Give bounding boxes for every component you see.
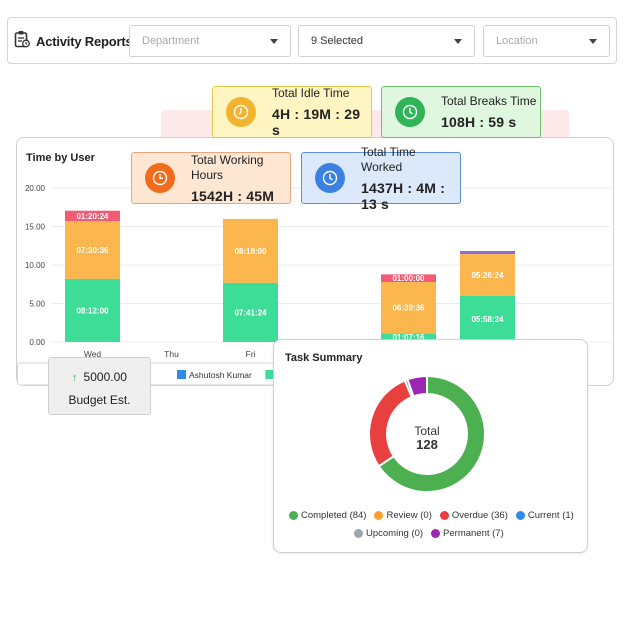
y-tick-label: 5.00 [29,300,45,309]
legend-label: Ashutosh Kumar [189,370,252,380]
legend-label: Overdue (36) [451,510,508,521]
legend-label: Current (1) [527,510,574,521]
time-worked-card: Total Time Worked 1437H : 4M : 13 s [301,145,461,212]
bar-data-label: 08:12:00 [76,306,109,315]
bar-data-label: 05:58:24 [471,315,504,324]
clock-icon [315,163,345,193]
legend-item-completed[interactable]: Completed (84) [289,510,366,521]
legend-item-review[interactable]: Review (0) [374,510,432,521]
working-hours-card: Total Working Hours 1542H : 45M [131,152,291,204]
legend-dot [289,511,298,520]
donut-total-label: Total [414,424,440,438]
bar-data-label: 07:30:36 [76,246,109,255]
legend-label: Review (0) [386,510,432,521]
y-tick-label: 0.00 [29,338,45,347]
task-summary-card: Task Summary Total 128 Completed (84) Re… [273,339,588,553]
clock-icon [395,97,425,127]
budget-value: 5000.00 [83,370,127,384]
chevron-down-icon [270,38,278,44]
location-select[interactable]: Location [483,25,610,57]
budget-value-row: ↑ 5000.00 [49,370,150,384]
report-title-group: Activity Reports [14,30,133,53]
legend-swatch [177,370,186,379]
idle-time-value: 4H : 19M : 29 s [272,106,361,138]
legend-label: Upcoming (0) [366,528,424,539]
chart-title: Time by User [26,152,95,164]
legend-label: Completed (84) [301,510,367,521]
breaks-time-card: Total Breaks Time 108H : 59 s [381,86,541,138]
donut-total-value: 128 [416,437,438,452]
y-tick-label: 20.00 [25,184,46,193]
y-tick-label: 15.00 [25,223,46,232]
legend-item-current[interactable]: Current (1) [515,510,574,521]
legend-item-overdue[interactable]: Overdue (36) [439,510,508,521]
page-title: Activity Reports [36,34,133,49]
bar-data-label: 07:41:24 [234,308,267,317]
task-summary-title: Task Summary [285,352,363,364]
arrow-up-icon: ↑ [72,372,78,384]
budget-label: Budget Est. [68,393,131,407]
clipboard-icon [14,30,30,53]
clock-icon [226,97,256,127]
breaks-time-value: 108H : 59 s [441,114,517,130]
bar-data-label: 06:39:36 [392,304,425,313]
y-tick-label: 10.00 [25,261,46,270]
legend-dot [354,529,363,538]
legend-item-permanent[interactable]: Permanent (7) [431,528,504,539]
chevron-down-icon [589,38,597,44]
x-tick-label: Fri [246,349,256,359]
bar-data-label: 08:18:00 [234,247,267,256]
idle-time-card: Total Idle Time 4H : 19M : 29 s [212,86,372,138]
legend-dot [431,529,441,538]
bar-data-label: 01:00:00 [392,274,425,283]
legend-dot [515,511,525,520]
report-toolbar: Activity Reports Department 9 Selected L… [7,17,617,64]
department-select-placeholder: Department [142,35,200,47]
location-select-placeholder: Location [496,35,538,47]
user-select[interactable]: 9 Selected [298,25,475,57]
working-hours-label: Total Working Hours [191,152,264,182]
bar-data-label: 01:20:24 [76,212,109,221]
bar-data-label: 05:26:24 [471,271,504,280]
clock-icon [145,163,175,193]
time-worked-value: 1437H : 4M : 13 s [361,179,446,212]
chevron-down-icon [454,38,462,44]
budget-card: ↑ 5000.00 Budget Est. [48,357,151,415]
legend-item-upcoming[interactable]: Upcoming (0) [354,528,423,539]
legend-dot [439,511,449,520]
bar-segment [460,250,515,255]
x-tick-label: Thu [164,349,179,359]
idle-time-label: Total Idle Time [272,86,350,100]
legend-label: Permanent (7) [443,528,504,539]
time-worked-label: Total Time Worked [361,144,416,174]
user-select-value: 9 Selected [311,35,363,47]
working-hours-value: 1542H : 45M [191,187,275,204]
breaks-time-label: Total Breaks Time [441,94,537,108]
department-select[interactable]: Department [129,25,291,57]
legend-dot [374,511,384,520]
donut-legend-row: Upcoming (0) Permanent (7) [354,528,504,539]
donut-legend-row: Completed (84) Review (0) Overdue (36) C… [289,510,574,521]
